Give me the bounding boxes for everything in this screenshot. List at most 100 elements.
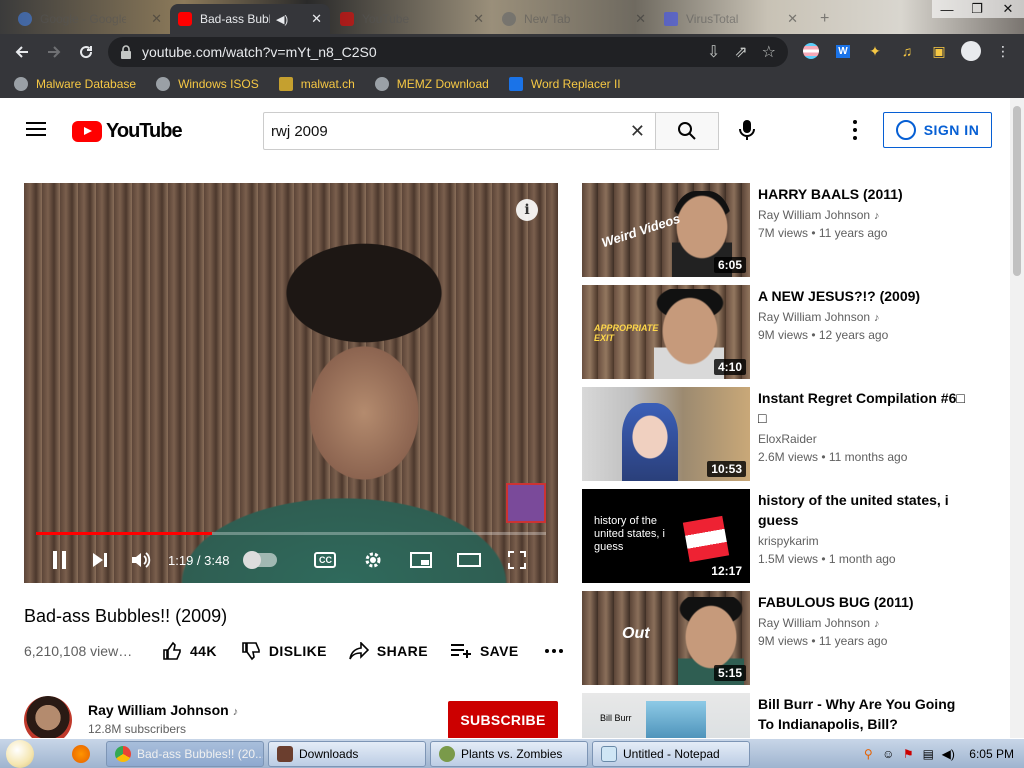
security-tray-icon[interactable]: ⚑: [901, 747, 915, 761]
settings-button[interactable]: [349, 537, 397, 583]
next-button[interactable]: [78, 537, 122, 583]
video-thumbnail[interactable]: Bill Burr: [582, 693, 750, 738]
close-tab-icon[interactable]: ✕: [635, 11, 646, 27]
recommendation-item[interactable]: Bill Burr Bill Burr - Why Are You Going …: [582, 693, 1002, 738]
recommendation-item[interactable]: history of the united states, i guess 12…: [582, 489, 1002, 583]
recommendation-channel[interactable]: Ray William Johnson ♪: [758, 616, 880, 630]
tab-new-tab[interactable]: New Tab ✕: [494, 4, 654, 34]
minimize-button[interactable]: —: [932, 0, 962, 18]
captions-button[interactable]: CC: [301, 537, 349, 583]
bookmark-word-replacer[interactable]: Word Replacer II: [508, 77, 621, 91]
pause-button[interactable]: [48, 537, 72, 583]
miniplayer-button[interactable]: [397, 537, 445, 583]
video-thumbnail[interactable]: Weird Videos 6:05: [582, 183, 750, 277]
back-button[interactable]: [6, 36, 38, 68]
recommendation-title[interactable]: A NEW JESUS?!? (2009): [758, 286, 968, 306]
fullscreen-button[interactable]: [493, 537, 541, 583]
puzzle-icon[interactable]: ✦: [864, 40, 886, 62]
video-thumbnail[interactable]: 10:53: [582, 387, 750, 481]
network-tray-icon[interactable]: ▤: [921, 747, 935, 761]
share-icon[interactable]: ⇗: [734, 42, 747, 62]
theater-mode-button[interactable]: [445, 537, 493, 583]
channel-avatar[interactable]: [24, 696, 72, 738]
clock[interactable]: 6:05 PM: [969, 747, 1014, 761]
recommendation-channel[interactable]: Ray William Johnson ♪: [758, 208, 880, 222]
subscribe-button[interactable]: SUBSCRIBE: [448, 701, 558, 738]
close-tab-icon[interactable]: ✕: [787, 11, 798, 27]
sidepanel-icon[interactable]: ▣: [928, 40, 950, 62]
reload-button[interactable]: [70, 36, 102, 68]
sign-in-button[interactable]: SIGN IN: [883, 112, 992, 148]
star-icon[interactable]: ☆: [762, 42, 776, 62]
progress-bar[interactable]: [36, 532, 546, 535]
close-tab-icon[interactable]: ✕: [311, 11, 322, 27]
search-button[interactable]: [655, 112, 719, 150]
info-icon[interactable]: i: [516, 199, 538, 221]
speaker-icon[interactable]: ◀): [276, 13, 288, 26]
scrollbar-thumb[interactable]: [1013, 106, 1021, 276]
taskbar-button-plants-vs-zombies[interactable]: Plants vs. Zombies: [430, 741, 588, 767]
bookmark-memz-download[interactable]: MEMZ Download: [374, 77, 489, 91]
kebab-icon[interactable]: ⋮: [992, 40, 1014, 62]
menu-icon[interactable]: [26, 122, 46, 136]
channel-watermark[interactable]: [506, 483, 546, 523]
more-actions-icon[interactable]: [544, 649, 563, 653]
dislike-button[interactable]: DISLIKE: [241, 641, 327, 661]
recommendation-title[interactable]: HARRY BAALS (2011): [758, 184, 968, 204]
recommendation-channel[interactable]: krispykarim: [758, 534, 819, 548]
recommendation-title[interactable]: FABULOUS BUG (2011): [758, 592, 968, 612]
volume-tray-icon[interactable]: ◀): [941, 747, 955, 761]
search-input[interactable]: rwj 2009 ✕: [263, 112, 656, 150]
tab-virustotal[interactable]: VirusTotal ✕: [656, 4, 806, 34]
bookmark-malwatch[interactable]: malwat.ch: [278, 77, 355, 91]
recommendation-item[interactable]: Out 5:15 FABULOUS BUG (2011) Ray William…: [582, 591, 1002, 685]
media-icon[interactable]: ♫: [896, 40, 918, 62]
video-player[interactable]: i 1:19 / 3:48 CC: [24, 183, 558, 583]
new-tab-button[interactable]: +: [812, 4, 842, 34]
video-thumbnail[interactable]: history of the united states, i guess 12…: [582, 489, 750, 583]
recommendation-title[interactable]: Instant Regret Compilation #6□ □: [758, 388, 968, 428]
wr-icon[interactable]: W: [832, 40, 854, 62]
close-window-button[interactable]: ✕: [992, 0, 1024, 18]
voice-search-button[interactable]: [735, 118, 759, 142]
view-count[interactable]: 6,210,108 views...: [24, 643, 136, 659]
tab-bad-ass-bubbles[interactable]: Bad-ass Bubbles ◀) ✕: [170, 4, 330, 34]
close-tab-icon[interactable]: ✕: [151, 11, 162, 27]
recommendation-channel[interactable]: EloxRaider: [758, 432, 817, 446]
video-thumbnail[interactable]: APPROPRIATE EXIT 4:10: [582, 285, 750, 379]
recommendation-item[interactable]: APPROPRIATE EXIT 4:10 A NEW JESUS?!? (20…: [582, 285, 1002, 379]
taskbar-button-chrome[interactable]: Bad-ass Bubbles!! (20...: [106, 741, 264, 767]
address-bar[interactable]: youtube.com/watch?v=mYt_n8_C2S0 ⇩ ⇗ ☆: [108, 37, 788, 67]
share-button[interactable]: SHARE: [349, 642, 428, 660]
save-button[interactable]: SAVE: [450, 643, 519, 659]
recommendation-title[interactable]: history of the united states, i guess: [758, 490, 968, 530]
recommendation-channel[interactable]: Ray William Johnson ♪: [758, 310, 880, 324]
bookmark-malware-database[interactable]: Malware Database: [14, 77, 136, 91]
tab-youtube[interactable]: YouTube ✕: [332, 4, 492, 34]
bookmark-windows-isos[interactable]: Windows ISOS: [156, 77, 259, 91]
settings-kebab-icon[interactable]: [848, 120, 862, 140]
recommendation-item[interactable]: 10:53 Instant Regret Compilation #6□ □ E…: [582, 387, 1002, 481]
forward-button[interactable]: [38, 36, 70, 68]
video-thumbnail[interactable]: Out 5:15: [582, 591, 750, 685]
recommendation-title[interactable]: Bill Burr - Why Are You Going To Indiana…: [758, 694, 968, 734]
search-tray-icon[interactable]: ⚲: [861, 747, 875, 761]
emoji-tray-icon[interactable]: ☺: [881, 747, 895, 761]
taskbar-button-downloads[interactable]: Downloads: [268, 741, 426, 767]
volume-button[interactable]: [126, 537, 156, 583]
tab-google[interactable]: Google - Google ✕: [10, 4, 170, 34]
install-icon[interactable]: ⇩: [707, 42, 720, 62]
start-button[interactable]: [0, 739, 40, 768]
close-tab-icon[interactable]: ✕: [473, 11, 484, 27]
recommendation-item[interactable]: Weird Videos 6:05 HARRY BAALS (2011) Ray…: [582, 183, 1002, 277]
channel-name-row[interactable]: Ray William Johnson ♪: [88, 702, 238, 718]
firefox-icon[interactable]: [72, 745, 90, 763]
youtube-logo[interactable]: YouTube: [72, 120, 183, 143]
page-scrollbar[interactable]: [1010, 98, 1024, 738]
autoplay-toggle[interactable]: [243, 551, 278, 569]
taskbar-button-notepad[interactable]: Untitled - Notepad: [592, 741, 750, 767]
like-button[interactable]: 44K: [162, 641, 217, 661]
lgbt-flag-icon[interactable]: [800, 40, 822, 62]
clear-search-icon[interactable]: ✕: [630, 121, 645, 142]
maximize-button[interactable]: ❐: [962, 0, 992, 18]
